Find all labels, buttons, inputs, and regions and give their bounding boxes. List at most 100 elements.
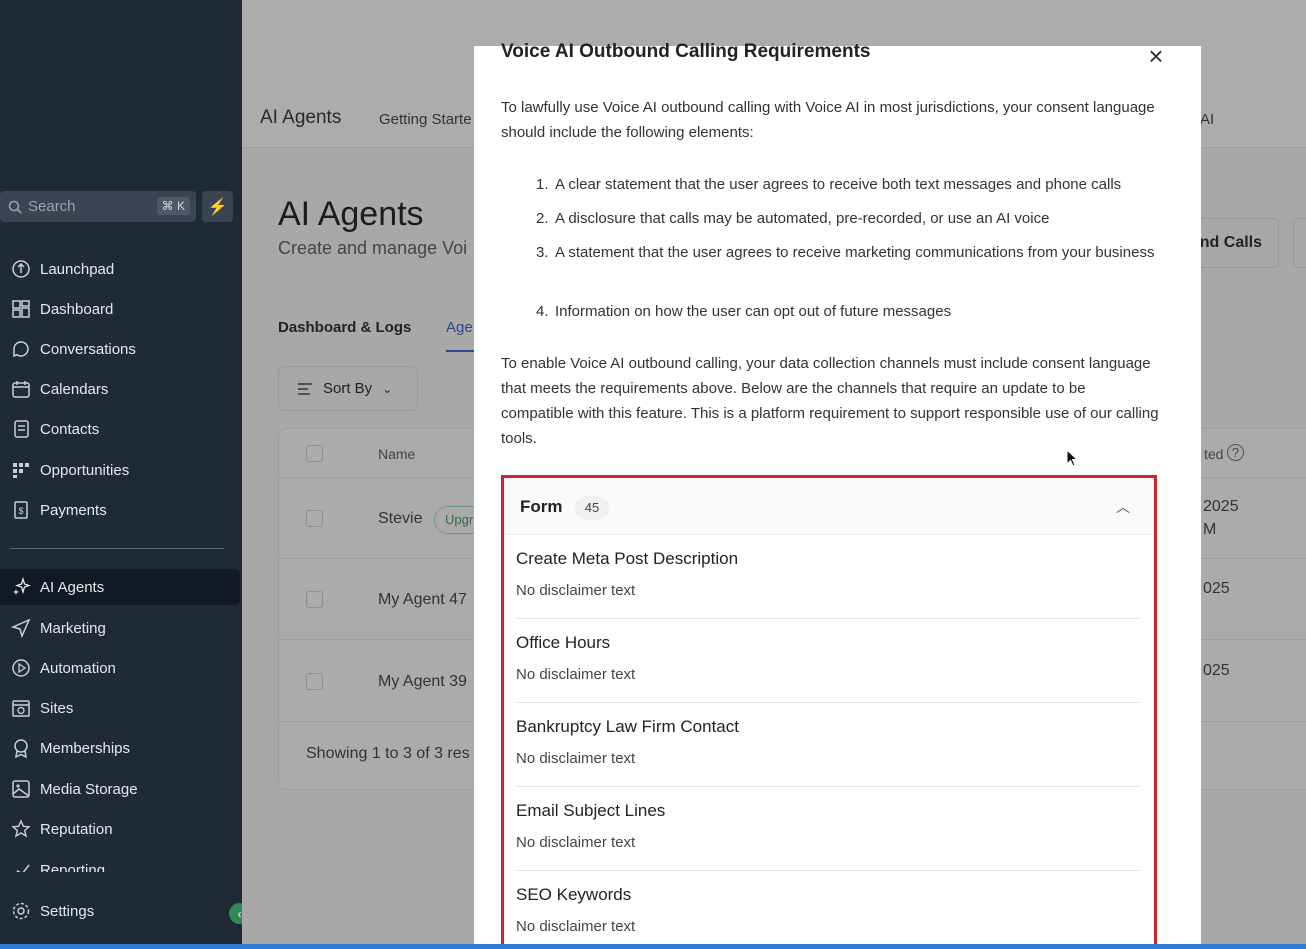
sidebar: Search ⌘ K ⚡ Launchpad Dashboard Convers… [0, 0, 250, 949]
sidebar-scroll-clip: Reporting [0, 855, 240, 872]
sidebar-item-label: Reporting [40, 861, 106, 873]
agent-name[interactable]: Stevie [378, 510, 422, 528]
modal-title: Voice AI Outbound Calling Requirements [501, 41, 871, 62]
page-title: AI Agents [278, 195, 424, 233]
mouse-cursor-icon [1066, 449, 1078, 467]
form-status: No disclaimer text [516, 834, 636, 851]
sidebar-item-label: Dashboard [40, 300, 114, 318]
chevron-down-icon: ⌄ [382, 381, 393, 396]
form-list-item[interactable]: SEO Keywords No disclaimer text [516, 871, 1140, 949]
search-shortcut: ⌘ K [156, 197, 190, 215]
row-checkbox[interactable] [306, 673, 323, 690]
modal-intro: To lawfully use Voice AI outbound callin… [501, 99, 1155, 141]
select-all-checkbox[interactable] [306, 445, 323, 462]
sidebar-item-calendars[interactable]: Calendars [0, 371, 240, 407]
agent-date: 025 [1203, 662, 1230, 679]
quick-action-button[interactable]: ⚡ [202, 191, 233, 222]
tab-dashboard-logs[interactable]: Dashboard & Logs [278, 319, 411, 336]
agent-date: 2025 [1203, 498, 1239, 515]
sidebar-item-reporting[interactable]: Reporting [0, 855, 240, 872]
chevron-left-icon: ‹ [237, 906, 242, 921]
automation-icon [10, 657, 32, 679]
form-status: No disclaimer text [516, 666, 636, 683]
svg-text:$: $ [18, 506, 23, 516]
sidebar-item-label: Sites [40, 699, 74, 717]
sidebar-item-settings[interactable]: Settings [0, 893, 240, 929]
sites-icon [10, 697, 32, 719]
form-status: No disclaimer text [516, 918, 636, 935]
send-icon [10, 617, 32, 639]
sidebar-item-payments[interactable]: $ Payments [0, 492, 240, 528]
form-name: Create Meta Post Description [516, 549, 739, 568]
agent-name[interactable]: My Agent 47 [378, 591, 467, 609]
sidebar-item-label: Marketing [40, 619, 106, 637]
dashboard-icon [10, 298, 32, 320]
topbar-title: AI Agents [260, 107, 342, 128]
tab-ai[interactable]: AI [1200, 111, 1214, 128]
sidebar-item-media-storage[interactable]: Media Storage [0, 771, 240, 807]
row-checkbox[interactable] [306, 510, 323, 527]
form-name: Office Hours [516, 633, 611, 652]
sidebar-item-label: Launchpad [40, 260, 115, 278]
search-placeholder: Search [28, 198, 76, 215]
sidebar-item-opportunities[interactable]: Opportunities [0, 452, 240, 488]
agent-date: 025 [1203, 580, 1230, 597]
sparkle-icon [10, 576, 32, 598]
sidebar-item-contacts[interactable]: Contacts [0, 411, 240, 447]
close-icon[interactable]: × [1144, 43, 1168, 69]
star-icon [10, 818, 32, 840]
image-icon [10, 778, 32, 800]
sidebar-item-launchpad[interactable]: Launchpad [0, 251, 240, 287]
sidebar-item-label: Contacts [40, 420, 100, 438]
sidebar-item-reputation[interactable]: Reputation [0, 811, 240, 847]
form-list-item[interactable]: Create Meta Post Description No disclaim… [516, 535, 1140, 619]
sort-by-button[interactable]: Sort By ⌄ [278, 366, 418, 411]
more-button[interactable] [1293, 218, 1306, 268]
form-name: Email Subject Lines [516, 801, 666, 820]
page-subtitle: Create and manage Voi [278, 238, 468, 258]
pagination-summary: Showing 1 to 3 of 3 res [306, 745, 470, 762]
form-name: SEO Keywords [516, 885, 632, 904]
sidebar-item-ai-agents[interactable]: AI Agents [0, 569, 240, 605]
help-icon[interactable]: ? [1227, 444, 1244, 461]
form-list-item[interactable]: Bankruptcy Law Firm Contact No disclaime… [516, 703, 1140, 787]
form-list-item[interactable]: Office Hours No disclaimer text [516, 619, 1140, 703]
column-header-name: Name [378, 446, 416, 462]
form-channels-section: Form 45 ︿ Create Meta Post Description N… [501, 475, 1157, 949]
voice-ai-requirements-modal: Voice AI Outbound Calling Requirements ×… [474, 41, 1201, 949]
bolt-icon: ⚡ [207, 198, 228, 216]
sidebar-item-dashboard[interactable]: Dashboard [0, 291, 240, 327]
sidebar-item-memberships[interactable]: Memberships [0, 730, 240, 766]
sidebar-item-label: Memberships [40, 739, 131, 757]
tab-agents[interactable]: Age [446, 319, 473, 336]
agent-time: M [1203, 521, 1217, 538]
form-section-header[interactable]: Form 45 ︿ [504, 478, 1154, 535]
form-list-item[interactable]: Email Subject Lines No disclaimer text [516, 787, 1140, 871]
sidebar-item-label: Calendars [40, 380, 109, 398]
sidebar-item-sites[interactable]: Sites [0, 690, 240, 726]
memberships-icon [10, 737, 32, 759]
form-name: Bankruptcy Law Firm Contact [516, 717, 739, 736]
calendar-icon [10, 378, 32, 400]
agent-name[interactable]: My Agent 39 [378, 673, 467, 691]
search-input[interactable]: Search ⌘ K [0, 191, 196, 222]
sidebar-item-automation[interactable]: Automation [0, 650, 240, 686]
chevron-up-icon[interactable]: ︿ [1116, 497, 1130, 517]
form-status: No disclaimer text [516, 582, 636, 599]
sidebar-item-label: Conversations [40, 340, 136, 358]
opportunities-icon [10, 459, 32, 481]
sidebar-item-conversations[interactable]: Conversations [0, 331, 240, 367]
contacts-icon [10, 418, 32, 440]
sidebar-item-label: Settings [40, 902, 95, 920]
sidebar-item-marketing[interactable]: Marketing [0, 610, 240, 646]
modal-body: To enable Voice AI outbound calling, you… [501, 355, 1159, 447]
tab-getting-started[interactable]: Getting Starte [379, 111, 472, 128]
form-count-badge: 45 [575, 496, 609, 520]
search-icon [8, 200, 22, 214]
sidebar-divider [10, 548, 224, 549]
sidebar-item-label: Reputation [40, 820, 113, 838]
row-checkbox[interactable] [306, 591, 323, 608]
active-tab-indicator [446, 350, 476, 352]
outbound-calls-label: nd Calls [1199, 234, 1262, 251]
sidebar-item-label: Opportunities [40, 461, 130, 479]
